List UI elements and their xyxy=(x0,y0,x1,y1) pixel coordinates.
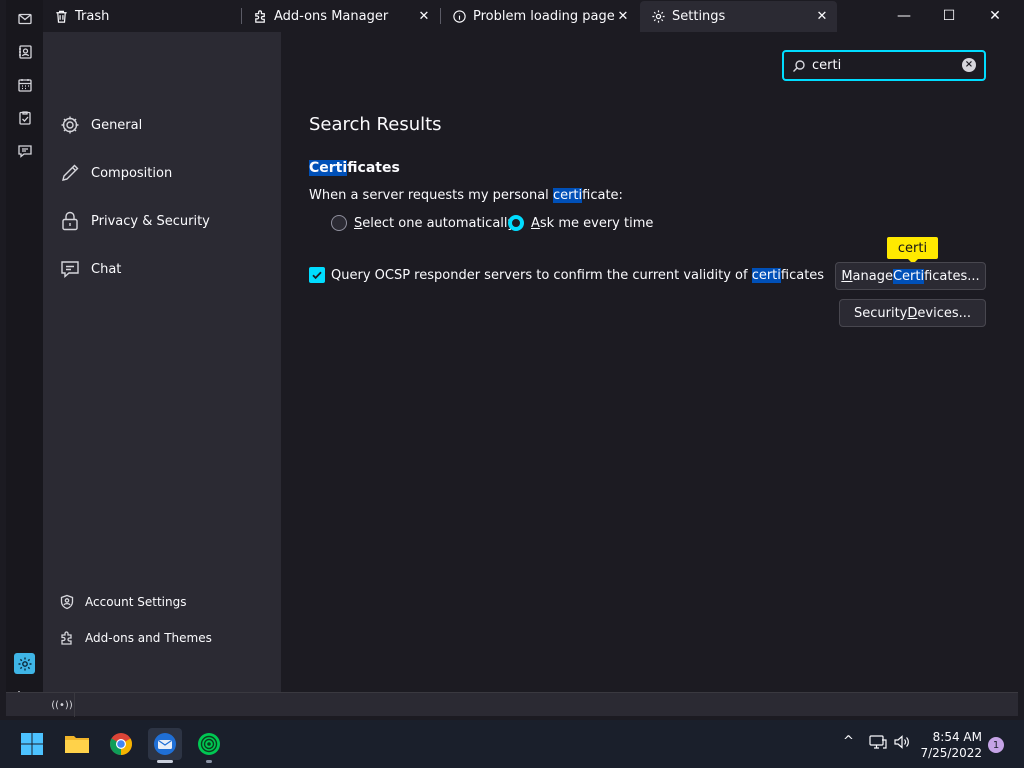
file-explorer-icon[interactable] xyxy=(60,728,94,760)
tab-problem-loading[interactable]: Problem loading page ✕ xyxy=(441,1,638,32)
ocsp-checkbox-row[interactable]: Query OCSP responder servers to confirm … xyxy=(309,266,824,284)
clock-time: 8:54 AM xyxy=(932,730,982,744)
gear-icon xyxy=(59,114,81,136)
maximize-button[interactable]: ☐ xyxy=(926,0,972,32)
settings-sidebar: General Composition Privacy & Security C… xyxy=(43,32,281,692)
taskbar-clock[interactable]: 8:54 AM 7/25/2022 xyxy=(918,729,982,761)
lock-icon xyxy=(59,210,81,232)
status-bar: ((•)) xyxy=(6,692,1018,717)
pencil-icon xyxy=(59,162,81,184)
close-tab-icon[interactable]: ✕ xyxy=(616,9,630,24)
active-app-indicator xyxy=(157,760,173,763)
running-app-indicator xyxy=(206,760,212,763)
settings-page: General Composition Privacy & Security C… xyxy=(43,32,1018,692)
gear-icon xyxy=(650,9,666,25)
account-icon xyxy=(59,594,75,610)
radio-button-checked[interactable] xyxy=(508,215,524,231)
tab-label: Add-ons Manager xyxy=(274,9,389,24)
search-input[interactable] xyxy=(812,58,952,73)
ocsp-label: Query OCSP responder servers to confirm … xyxy=(331,267,825,283)
volume-icon[interactable] xyxy=(893,734,911,750)
search-highlight: certi xyxy=(552,188,583,203)
certificate-request-description: When a server requests my personal certi… xyxy=(309,188,623,203)
tray-overflow-chevron[interactable]: ^ xyxy=(843,734,854,749)
footer-link-label: Add-ons and Themes xyxy=(85,631,212,645)
calendar-icon[interactable] xyxy=(14,74,35,95)
settings-main: × Search Results Certificates When a ser… xyxy=(281,32,1018,692)
search-match-tooltip: certi xyxy=(887,237,938,264)
tab-bar: Trash Add-ons Manager ✕ Problem loading … xyxy=(43,0,1018,33)
radio-ask-every-time[interactable]: Ask me every time xyxy=(508,214,653,232)
chat-icon xyxy=(59,258,81,280)
search-icon xyxy=(792,59,806,73)
tab-label: Problem loading page xyxy=(473,9,615,24)
settings-search-field[interactable]: × xyxy=(782,50,986,81)
tasks-icon[interactable] xyxy=(14,107,35,128)
info-icon xyxy=(451,9,467,25)
minimize-button[interactable]: — xyxy=(881,0,927,32)
security-devices-button[interactable]: Security Devices... xyxy=(839,299,986,327)
puzzle-icon xyxy=(59,630,75,646)
page-title: Search Results xyxy=(309,114,442,135)
notification-badge[interactable]: 1 xyxy=(988,737,1004,753)
footer-link-label: Account Settings xyxy=(85,595,187,609)
category-chat[interactable]: Chat xyxy=(59,254,121,284)
category-label: Privacy & Security xyxy=(91,213,210,229)
category-label: Composition xyxy=(91,165,173,181)
puzzle-icon xyxy=(252,9,268,25)
chrome-icon[interactable] xyxy=(104,728,138,760)
mail-icon[interactable] xyxy=(14,8,35,29)
addons-themes-link[interactable]: Add-ons and Themes xyxy=(59,627,212,649)
network-icon[interactable] xyxy=(869,734,887,750)
category-privacy-security[interactable]: Privacy & Security xyxy=(59,206,210,236)
address-book-icon[interactable] xyxy=(14,41,35,62)
clock-date: 7/25/2022 xyxy=(920,746,982,760)
status-divider xyxy=(74,693,75,717)
radio-select-automatically[interactable]: Select one automatically xyxy=(331,214,515,232)
clear-search-icon[interactable]: × xyxy=(962,58,976,72)
search-highlight: Certi xyxy=(309,160,348,176)
tab-settings[interactable]: Settings ✕ xyxy=(640,1,837,32)
desc-text: ficate: xyxy=(582,188,623,203)
tor-browser-icon[interactable] xyxy=(192,728,226,760)
ocsp-checkbox[interactable] xyxy=(309,267,325,283)
thunderbird-icon[interactable] xyxy=(148,728,182,760)
close-tab-icon[interactable]: ✕ xyxy=(815,9,829,24)
desc-text: When a server requests my personal xyxy=(309,188,553,203)
radio-label: Select one automatically xyxy=(354,215,516,231)
manage-certificates-button[interactable]: Manage Certi ficates... xyxy=(835,262,986,290)
close-window-button[interactable]: ✕ xyxy=(972,0,1018,32)
online-status-icon[interactable]: ((•)) xyxy=(50,695,74,715)
radio-label: Ask me every time xyxy=(531,215,654,231)
windows-taskbar: ^ 8:54 AM 7/25/2022 1 xyxy=(0,720,1024,768)
tab-trash[interactable]: Trash xyxy=(43,1,240,32)
account-settings-link[interactable]: Account Settings xyxy=(59,591,186,613)
tab-label: Settings xyxy=(672,9,726,24)
spaces-toolbar xyxy=(6,0,43,716)
radio-button[interactable] xyxy=(331,215,347,231)
chat-space-icon[interactable] xyxy=(14,140,35,161)
tab-label: Trash xyxy=(75,9,110,24)
category-label: Chat xyxy=(91,261,122,277)
close-tab-icon[interactable]: ✕ xyxy=(417,9,431,24)
certificates-heading: Certificates xyxy=(309,160,400,176)
settings-space-icon[interactable] xyxy=(14,653,35,674)
tab-addons-manager[interactable]: Add-ons Manager ✕ xyxy=(242,1,439,32)
heading-text: ficates xyxy=(347,160,400,176)
category-general[interactable]: General xyxy=(59,110,142,140)
trash-icon xyxy=(53,9,69,25)
windows-start-icon[interactable] xyxy=(15,728,49,760)
category-composition[interactable]: Composition xyxy=(59,158,172,188)
category-label: General xyxy=(91,117,143,133)
